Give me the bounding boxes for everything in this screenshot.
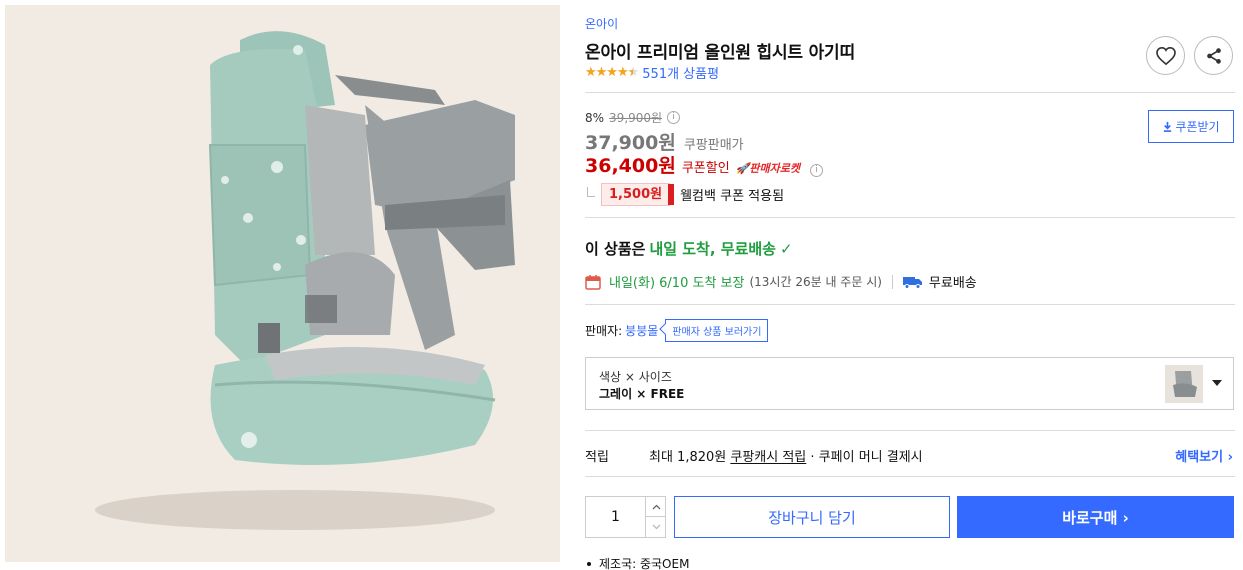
points-prefix: 최대 1,820원 [649, 450, 727, 465]
bullet [587, 561, 591, 566]
chevron-up-icon [652, 504, 660, 509]
arrival-date: 내일(화) 6/10 도착 보장 [609, 276, 745, 291]
seller-name-link[interactable]: 붕붕몰 [625, 322, 658, 339]
coupang-cash-link[interactable]: 쿠팡캐시 적립 [730, 450, 806, 465]
star-rating: ★★★★★ ★★★★★ [585, 64, 639, 80]
quantity-input[interactable]: 1 [586, 497, 646, 537]
option-thumbnail [1165, 365, 1203, 403]
coupon-amount-chip: 1,500원 [601, 183, 675, 206]
check-icon: ✓ [779, 239, 793, 258]
chevron-down-icon [1212, 380, 1222, 386]
heart-icon [1155, 46, 1176, 65]
divider [585, 476, 1235, 477]
delivery-headline-green: 내일 도착, 무료배송 [649, 240, 776, 258]
calendar-icon [585, 274, 601, 290]
product-title: 온아이 프리미엄 올인원 힙시트 아기띠 [585, 43, 855, 63]
points-suffix: · 쿠페이 머니 결제시 [810, 450, 923, 465]
quantity-increase-button[interactable] [646, 497, 666, 517]
delivery-row: 내일(화) 6/10 도착 보장 (13시간 26분 내 주문 시) 무료배송 [585, 272, 977, 291]
option-select[interactable]: 색상 × 사이즈 그레이 × FREE [585, 357, 1234, 410]
elbow-connector [587, 186, 595, 197]
info-icon[interactable]: i [667, 111, 681, 124]
add-to-cart-button[interactable]: 장바구니 담기 [674, 496, 950, 538]
divider [585, 92, 1235, 93]
info-icon[interactable]: i [809, 164, 823, 177]
seller-row: 판매자: 붕붕몰 판매자 상품 보러가기 [585, 319, 769, 342]
wishlist-button[interactable] [1146, 36, 1185, 75]
points-key: 적립 [585, 450, 609, 465]
quantity-decrease-button[interactable] [646, 517, 666, 537]
brand-link[interactable]: 온아이 [585, 15, 618, 32]
download-icon [1164, 121, 1172, 132]
delivery-headline-prefix: 이 상품은 [585, 240, 646, 258]
seller-products-button[interactable]: 판매자 상품 보러가기 [665, 319, 769, 342]
points-value: 최대 1,820원 쿠팡캐시 적립 · 쿠페이 머니 결제시 [649, 446, 923, 465]
coupon-price-label: 쿠폰할인 [681, 161, 730, 176]
chevron-down-icon [652, 524, 660, 530]
review-count-link[interactable]: 551개 상품평 [642, 63, 719, 82]
option-value: 그레이 × FREE [599, 387, 685, 401]
rating: ★★★★★ ★★★★★ 551개 상품평 [585, 63, 719, 83]
coupon-button-label: 쿠폰받기 [1175, 120, 1220, 134]
delivery-headline: 이 상품은 내일 도착, 무료배송 ✓ [585, 238, 793, 259]
download-coupon-button[interactable]: 쿠폰받기 [1148, 110, 1234, 143]
buy-now-button[interactable]: 바로구매 › [957, 496, 1234, 538]
product-info-panel: 온아이 온아이 프리미엄 올인원 힙시트 아기띠 ★★★★★ ★★★★★ 551개… [585, 0, 1235, 570]
separator [891, 274, 893, 289]
option-label: 색상 × 사이즈 [599, 370, 672, 384]
seller-rocket-badge: 🚀판매자로켓 [735, 162, 800, 175]
discount-row: 8% 39,900원 i [585, 109, 681, 126]
benefits-link[interactable]: 혜택보기 › [1175, 446, 1233, 465]
free-shipping: 무료배송 [928, 276, 977, 291]
original-price: 39,900원 [609, 111, 663, 125]
divider [585, 304, 1235, 305]
coupon-price-row: 36,400원 쿠폰할인 🚀판매자로켓 i [585, 151, 823, 178]
detail-item: 제조국: 중국OEM [585, 555, 689, 570]
order-window: (13시간 26분 내 주문 시) [749, 275, 882, 289]
share-icon [1206, 47, 1221, 64]
share-button[interactable] [1194, 36, 1233, 75]
coupon-price: 36,400원 [585, 155, 676, 177]
product-image [5, 5, 560, 562]
divider [585, 430, 1235, 431]
seller-label: 판매자: [585, 324, 623, 338]
divider [585, 217, 1235, 218]
manufacturer-text: 제조국: 중국OEM [599, 557, 690, 570]
quantity-stepper: 1 [585, 496, 666, 538]
welcome-coupon-row: 1,500원 웰컴백 쿠폰 적용됨 [585, 183, 784, 206]
coupon-applied-text: 웰컴백 쿠폰 적용됨 [680, 189, 785, 204]
truck-icon [902, 276, 922, 289]
discount-rate: 8% [585, 110, 605, 125]
